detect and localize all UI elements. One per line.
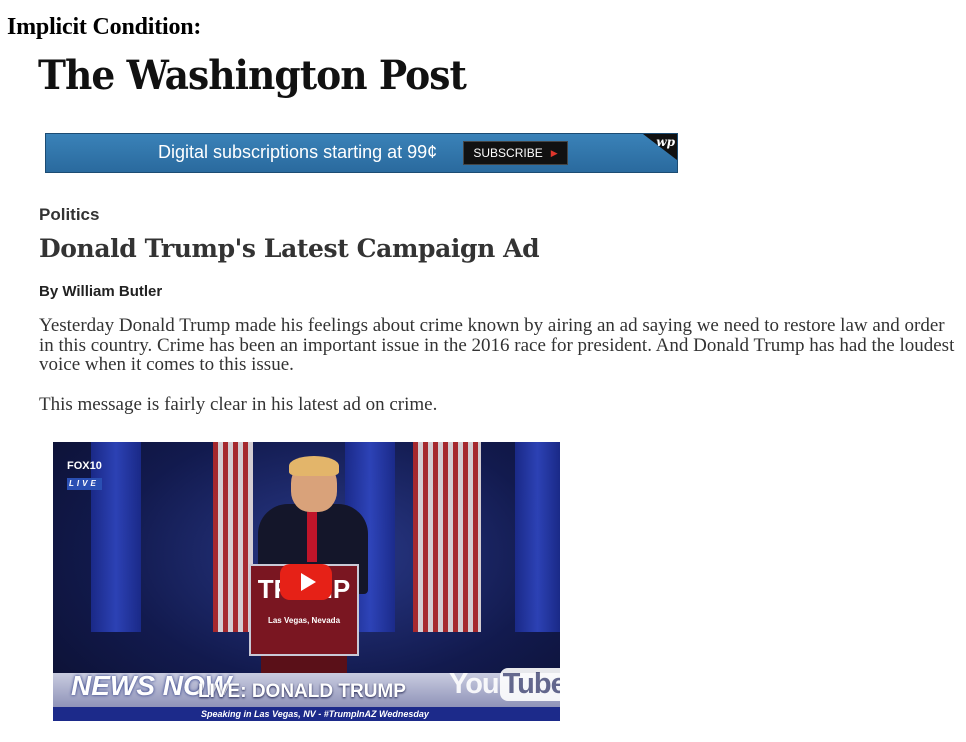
youtube-tube: Tube	[499, 667, 560, 701]
live-badge: LIVE	[67, 478, 102, 490]
article-headline: Donald Trump's Latest Campaign Ad	[39, 234, 540, 263]
site-logo[interactable]: The Washington Post	[38, 52, 467, 99]
subscription-banner[interactable]: Digital subscriptions starting at 99¢ SU…	[45, 133, 678, 173]
youtube-you: You	[449, 667, 500, 700]
article-paragraph: This message is fairly clear in his late…	[39, 394, 438, 415]
article-paragraph: Yesterday Donald Trump made his feelings…	[39, 315, 955, 375]
video-caption: Speaking in Las Vegas, NV - #TrumpInAZ W…	[53, 707, 560, 721]
podium-location: Las Vegas, Nevada	[267, 616, 341, 625]
byline: By William Butler	[39, 283, 163, 300]
section-label[interactable]: Politics	[39, 205, 99, 225]
subscribe-button[interactable]: SUBSCRIBE ▶	[463, 141, 568, 165]
youtube-logo-icon[interactable]: You Tube	[449, 664, 560, 704]
channel-name: FOX10	[67, 460, 102, 472]
play-button[interactable]	[280, 564, 332, 600]
condition-label: Implicit Condition:	[7, 14, 202, 40]
play-arrow-icon: ▶	[550, 147, 558, 158]
subscribe-label: SUBSCRIBE	[473, 146, 543, 160]
flag-graphic	[515, 442, 560, 632]
speaker-tie	[307, 510, 317, 562]
flag-graphic	[213, 442, 253, 632]
channel-logo: FOX10 LIVE	[67, 460, 102, 490]
video-title: LIVE: DONALD TRUMP	[198, 681, 406, 702]
banner-text: Digital subscriptions starting at 99¢	[158, 142, 438, 162]
video-player[interactable]: TRUMP Las Vegas, Nevada FOX10 LIVE NEWS …	[53, 442, 560, 721]
speaker-hair	[289, 456, 339, 476]
flag-graphic	[413, 442, 481, 632]
wp-logo-icon: wp	[656, 135, 675, 149]
play-icon	[300, 573, 316, 591]
